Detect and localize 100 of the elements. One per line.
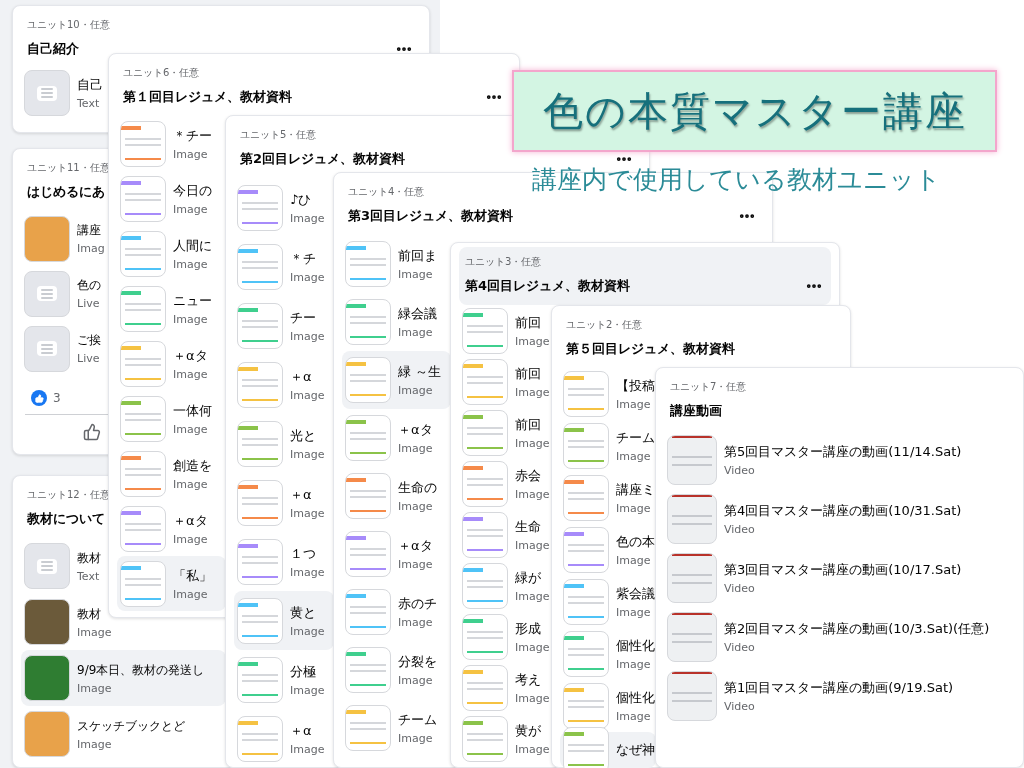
slide-thumbnail (563, 371, 609, 417)
list-item-highlight[interactable]: 「私」 Image (117, 556, 226, 611)
list-item-highlight[interactable]: 緑 ～生 Image (342, 351, 451, 409)
item-type: Video (724, 699, 755, 713)
item-title[interactable]: 前回 (515, 415, 541, 434)
item-title[interactable]: 生命 (515, 517, 541, 536)
item-title[interactable]: ご挨 (77, 332, 101, 349)
item-title[interactable]: ＊チ (290, 249, 316, 268)
item-title[interactable]: 9/9本日、教材の発送し (77, 661, 205, 679)
item-title[interactable]: 教材 (77, 549, 101, 567)
photo-placeholder (24, 655, 70, 701)
item-title[interactable]: 考え (515, 670, 541, 689)
unit-label: ユニット3・任意 (465, 255, 543, 269)
slide-thumbnail (563, 475, 609, 521)
item-title[interactable]: 第2回目マスター講座の動画(10/3.Sat)(任意) (724, 619, 990, 638)
item-title[interactable]: スケッチブックとど (77, 717, 185, 735)
item-title[interactable]: 赤のチ (398, 595, 437, 613)
item-title[interactable]: ニュー (173, 291, 212, 310)
item-type: Image (290, 624, 325, 638)
item-type: Image (515, 691, 550, 705)
item-type: Image (77, 625, 112, 639)
item-title[interactable]: 生命の (398, 479, 437, 497)
item-title[interactable]: 前回ま (398, 247, 437, 265)
item-title[interactable]: 緑会議 (398, 305, 437, 323)
slide-thumbnail (462, 460, 508, 507)
item-title[interactable]: チーム (398, 711, 437, 729)
slide-thumbnail (237, 597, 283, 644)
item-title[interactable]: 教材 (77, 605, 101, 623)
item-type: Image (173, 477, 208, 491)
item-title[interactable]: 分極 (290, 662, 316, 681)
item-title[interactable]: 赤会 (515, 466, 541, 485)
item-title[interactable]: ＊チー (173, 126, 212, 145)
item-title[interactable]: チーム (616, 429, 655, 447)
unit-header-highlight[interactable]: ユニット3・任意 第4回目レジュメ、教材資料 (459, 247, 831, 305)
item-title[interactable]: 光と (290, 426, 316, 445)
item-title[interactable]: ＋α (290, 367, 312, 386)
like-icon (31, 390, 47, 406)
item-type: Image (290, 742, 325, 756)
slide-thumbnail (237, 656, 283, 703)
item-title[interactable]: なぜ神 (616, 741, 655, 759)
item-title[interactable]: ♪ひ (290, 190, 312, 209)
item-title[interactable]: 今日の (173, 181, 212, 200)
item-title[interactable]: 個性化 (616, 637, 655, 655)
item-title[interactable]: ＋αタ (173, 511, 208, 530)
item-title[interactable]: 緑が (515, 568, 541, 587)
unit-title: 講座動画 (670, 402, 723, 420)
item-type: Image (398, 384, 433, 397)
unit-title: 第2回目レジュメ、教材資料 (240, 150, 406, 168)
list-item-highlight[interactable]: 黄と Image (234, 591, 334, 650)
item-title[interactable]: 講座ミ (616, 481, 655, 499)
item-title[interactable]: 講座 (77, 222, 101, 239)
unit-label: ユニット2・任意 (566, 318, 644, 332)
item-type: Image (290, 329, 325, 343)
item-title[interactable]: 黄と (290, 603, 316, 622)
item-type: Image (515, 538, 550, 552)
item-type: Image (616, 450, 651, 463)
like-button[interactable] (81, 421, 103, 443)
slide-thumbnail (563, 527, 609, 573)
item-title[interactable]: 自己 (77, 76, 103, 94)
item-type: Image (398, 558, 433, 571)
item-title[interactable]: 緑 ～生 (398, 363, 442, 381)
slide-thumbnail (563, 423, 609, 469)
item-title[interactable]: 一体何 (173, 401, 212, 420)
item-type: Image (515, 334, 550, 348)
item-title[interactable]: ＋αタ (173, 346, 208, 365)
item-title[interactable]: 人間に (173, 236, 212, 255)
item-title[interactable]: チー (290, 308, 316, 327)
item-type: Live (77, 297, 100, 310)
item-title[interactable]: 【投稿 (616, 377, 655, 395)
list-item-highlight[interactable]: 9/9本日、教材の発送し Image (21, 650, 226, 706)
item-type: Image (515, 640, 550, 654)
document-placeholder-icon (24, 70, 70, 116)
item-title[interactable]: 創造を (173, 456, 212, 475)
item-title[interactable]: 第3回目マスター講座の動画(10/17.Sat) (724, 560, 962, 579)
item-title[interactable]: 「私」 (173, 566, 212, 585)
item-title[interactable]: 前回 (515, 364, 541, 383)
item-title[interactable]: ＋αタ (398, 537, 433, 555)
item-title[interactable]: 前回 (515, 313, 541, 332)
item-title[interactable]: 第5回目マスター講座の動画(11/14.Sat) (724, 442, 962, 461)
slide-thumbnail (237, 184, 283, 231)
item-title[interactable]: 分裂を (398, 653, 437, 671)
reaction-count: 3 (53, 391, 61, 405)
item-title[interactable]: ＋α (290, 721, 312, 740)
unit-title: 第５回目レジュメ、教材資料 (566, 340, 735, 358)
item-title[interactable]: 個性化 (616, 689, 655, 707)
item-title[interactable]: 黄が (515, 721, 541, 740)
item-type: Image (290, 388, 325, 402)
slide-thumbnail (462, 307, 508, 354)
item-title[interactable]: 形成 (515, 619, 541, 638)
item-title[interactable]: 色の本 (616, 533, 655, 551)
slide-thumbnail (120, 175, 166, 222)
item-title[interactable]: １つ (290, 544, 316, 563)
item-title[interactable]: ＋α (290, 485, 312, 504)
unit-label: ユニット12・任意 (27, 488, 110, 502)
item-title[interactable]: 第1回目マスター講座の動画(9/19.Sat) (724, 678, 954, 697)
item-title[interactable]: 第4回目マスター講座の動画(10/31.Sat) (724, 501, 962, 520)
item-title[interactable]: 紫会議 (616, 585, 655, 603)
item-title[interactable]: ＋αタ (398, 421, 433, 439)
item-type: Image (290, 506, 325, 520)
item-title[interactable]: 色の (77, 277, 101, 294)
